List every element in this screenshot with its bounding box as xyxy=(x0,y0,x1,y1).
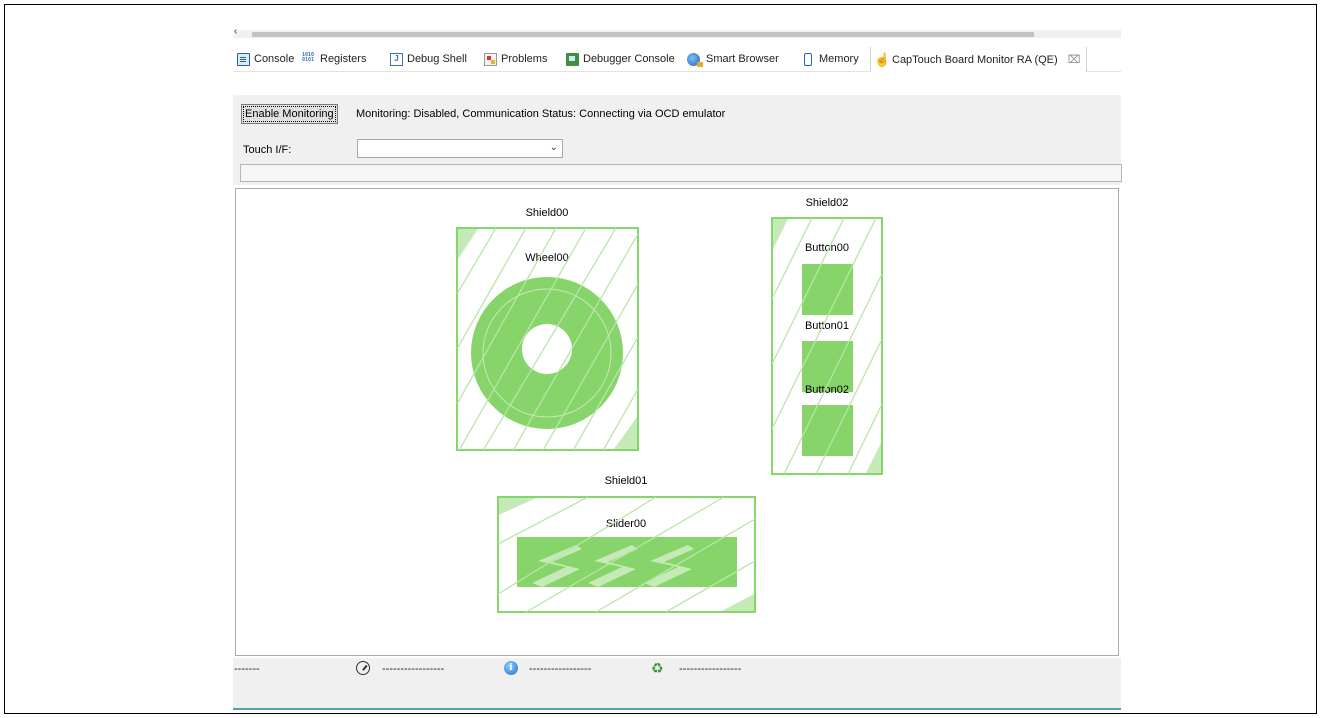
monitor-progress-bar xyxy=(240,164,1122,182)
enable-monitoring-button[interactable]: Enable Monitoring xyxy=(241,104,338,124)
tab-registers[interactable]: 1010 0101 Registers xyxy=(302,47,366,71)
tab-label: Smart Browser xyxy=(706,53,779,65)
bottom-accent-line xyxy=(233,708,1121,710)
registers-icon: 1010 0101 xyxy=(302,51,315,63)
wheel00-label: Wheel00 xyxy=(525,252,568,264)
debugger-console-icon xyxy=(566,52,579,66)
close-tab-icon[interactable]: ⌧ xyxy=(1068,53,1081,66)
board-diagram: Shield00 Wheel00 Shield02 Button00 Butto… xyxy=(456,197,883,613)
button01-label: Button01 xyxy=(805,320,849,332)
tab-label: CapTouch Board Monitor RA (QE) xyxy=(892,53,1058,66)
smart-browser-icon xyxy=(687,52,703,67)
timer-icon xyxy=(356,661,370,675)
tab-label: Memory xyxy=(819,53,859,65)
tab-console[interactable]: Console xyxy=(237,47,294,71)
status-left-value: ------- xyxy=(234,663,260,675)
chevron-down-icon: ⌄ xyxy=(549,142,558,153)
tab-problems[interactable]: Problems xyxy=(484,47,547,71)
tab-memory[interactable]: Memory xyxy=(804,47,859,71)
scrollbar-thumb[interactable] xyxy=(252,32,1034,37)
touch-if-select[interactable]: ⌄ xyxy=(357,139,563,158)
shield01-label: Shield01 xyxy=(605,475,648,487)
wheel00-hole xyxy=(522,324,572,374)
timer-value: ----------------- xyxy=(382,663,445,675)
captouch-icon: ☝ xyxy=(874,52,891,67)
monitoring-status: Monitoring: Disabled, Communication Stat… xyxy=(356,108,726,120)
shield02-label: Shield02 xyxy=(806,197,849,209)
problems-icon xyxy=(484,52,497,66)
console-icon xyxy=(237,52,250,66)
debug-shell-icon: J xyxy=(390,52,403,66)
info-icon: i xyxy=(504,661,518,675)
tab-captouch-board-monitor[interactable]: ☝ CapTouch Board Monitor RA (QE) ⌧ xyxy=(870,47,1088,72)
shield00-label: Shield00 xyxy=(526,207,569,219)
tab-label: Registers xyxy=(320,53,367,65)
refresh-icon: ♻ xyxy=(651,660,664,676)
tab-debug-shell[interactable]: J Debug Shell xyxy=(390,47,467,71)
scroll-left-icon[interactable]: ‹ xyxy=(234,26,237,37)
touch-if-label: Touch I/F: xyxy=(243,144,292,156)
tab-label: Problems xyxy=(501,53,548,65)
info-value: ----------------- xyxy=(529,663,592,675)
refresh-value: ----------------- xyxy=(679,663,742,675)
view-tab-bar: Console 1010 0101 Registers J Debug Shell… xyxy=(233,47,1121,72)
tab-label: Debugger Console xyxy=(583,53,675,65)
tab-smart-browser[interactable]: Smart Browser xyxy=(687,47,779,71)
memory-icon xyxy=(804,52,812,66)
tab-label: Debug Shell xyxy=(407,53,467,65)
board-canvas: Shield00 Wheel00 Shield02 Button00 Butto… xyxy=(235,188,1119,656)
tab-label: Console xyxy=(254,53,295,65)
tab-debugger-console[interactable]: Debugger Console xyxy=(566,47,675,71)
button00 xyxy=(802,264,853,315)
